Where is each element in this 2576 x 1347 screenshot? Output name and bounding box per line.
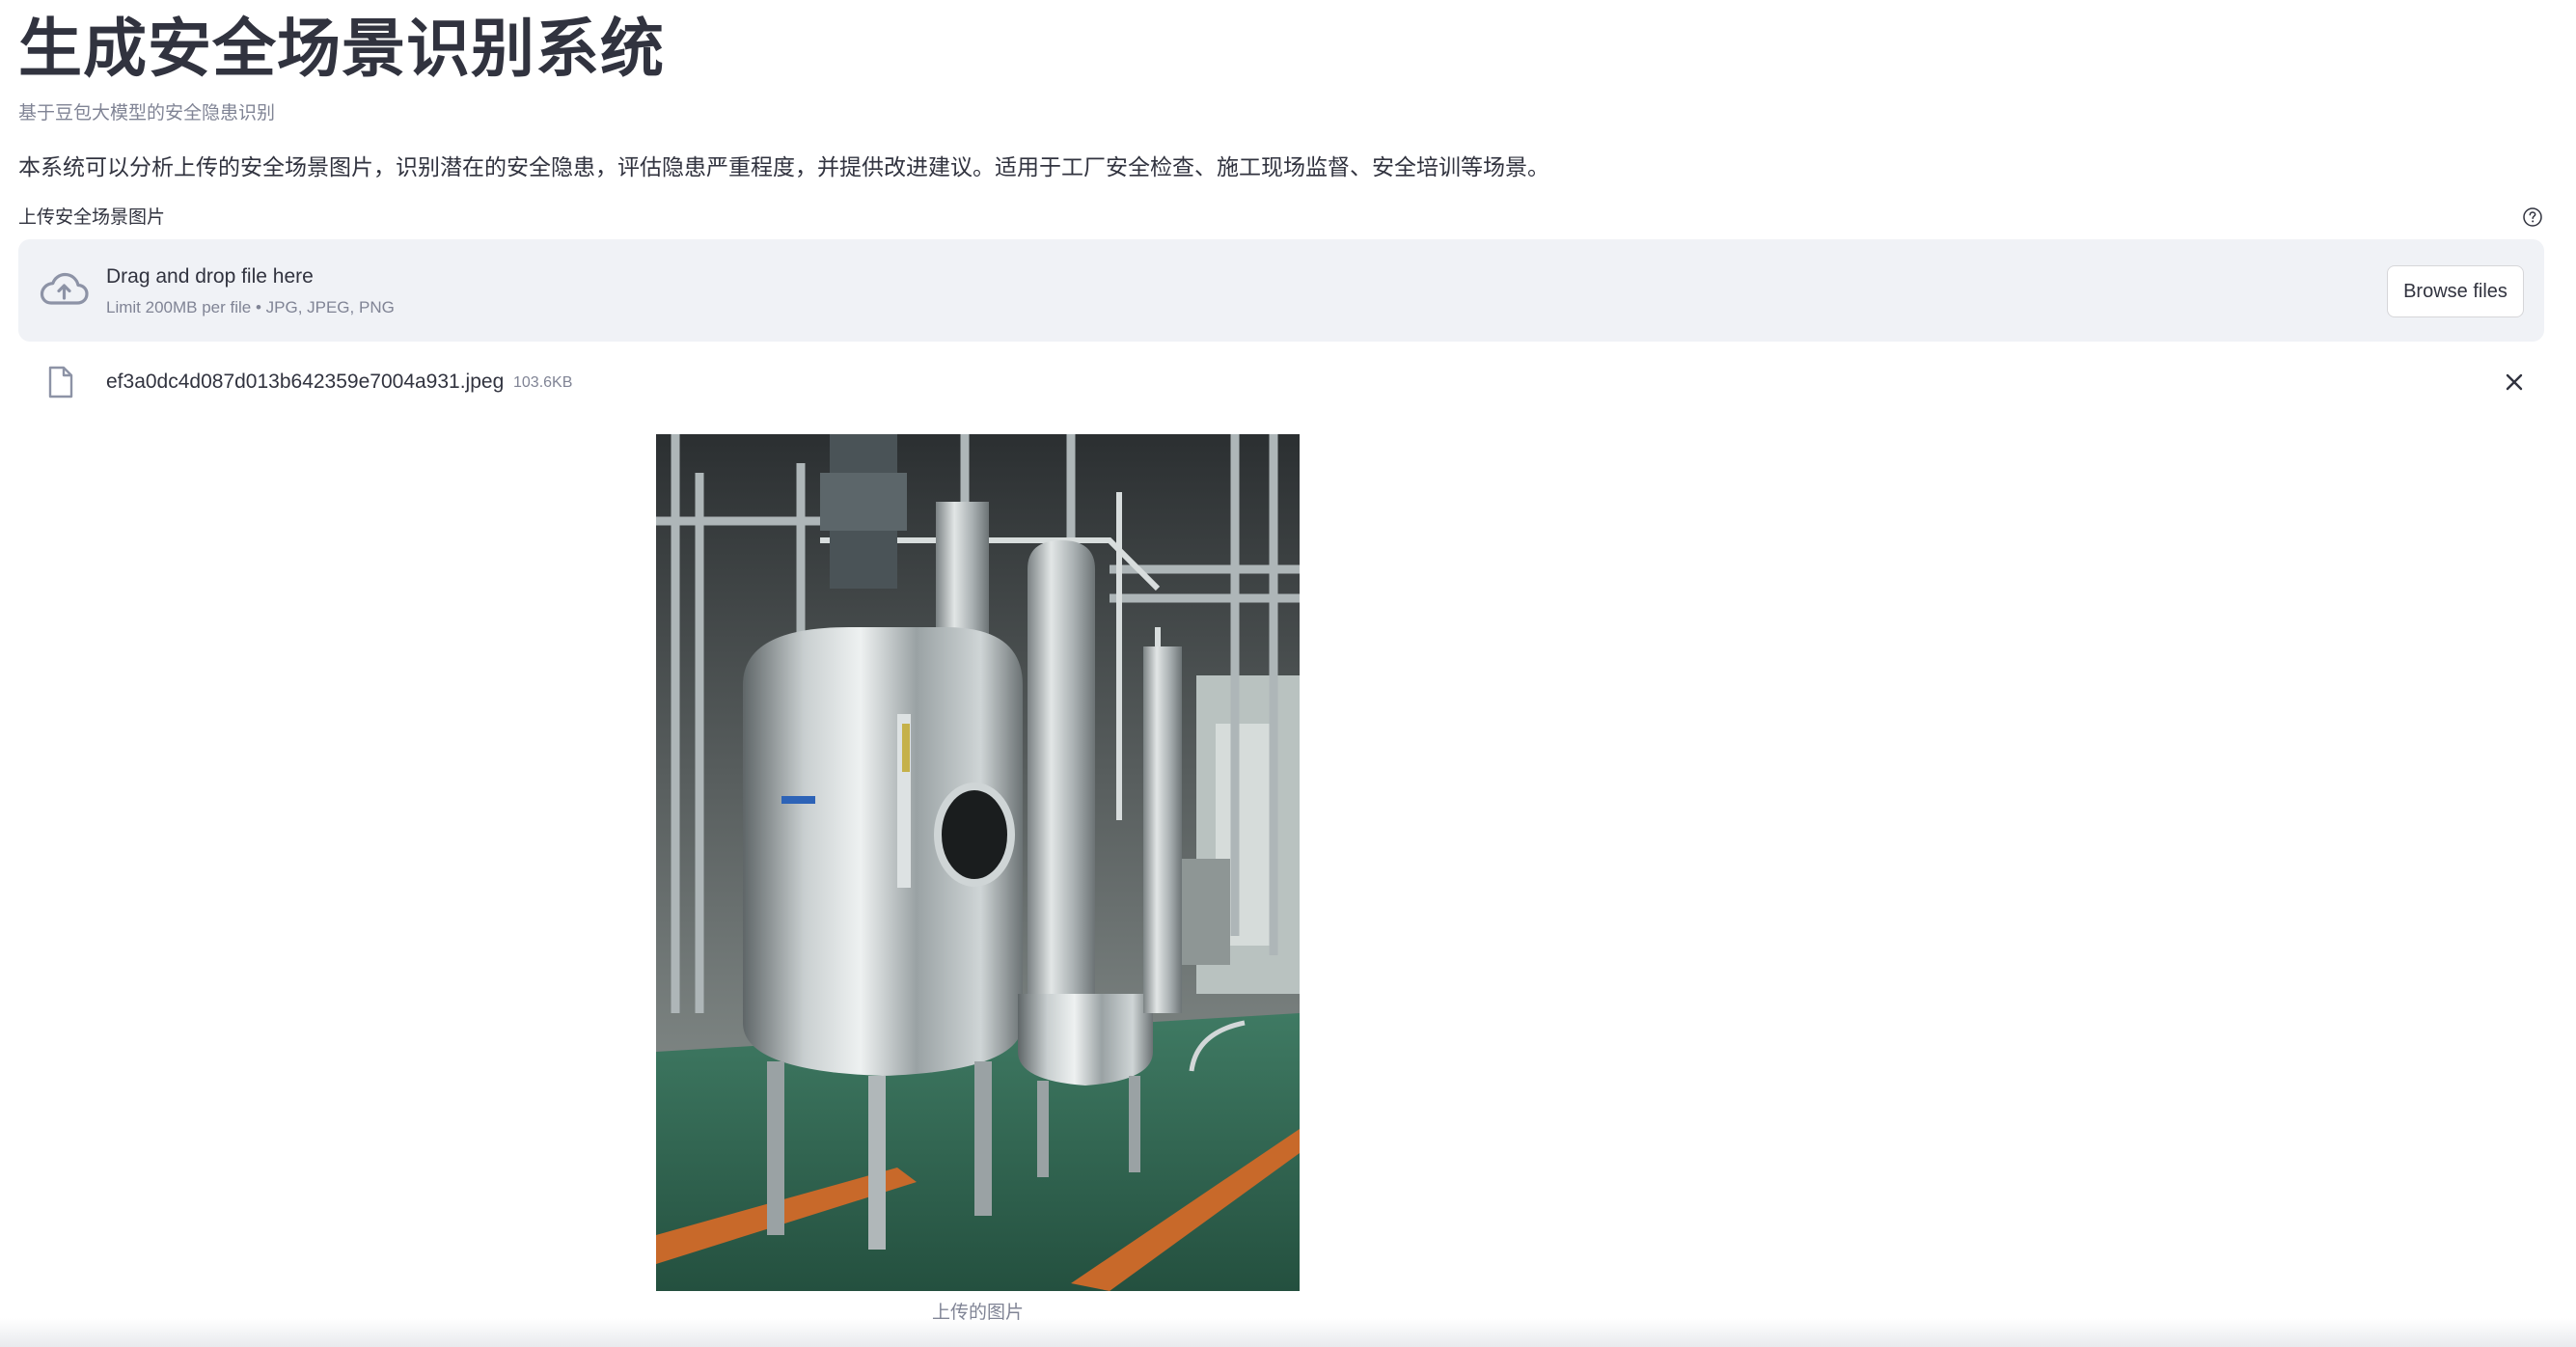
uploaded-file-size: 103.6KB [513,374,573,391]
cloud-upload-icon [40,272,89,305]
uploaded-file-name: ef3a0dc4d087d013b642359e7004a931.jpeg [106,371,505,393]
dropzone-instructions: Drag and drop file here [106,265,314,288]
page-description: 本系统可以分析上传的安全场景图片，识别潜在的安全隐患，评估隐患严重程度，并提供改… [18,154,1549,179]
app-root: 生成安全场景识别系统 基于豆包大模型的安全隐患识别 本系统可以分析上传的安全场景… [0,0,2576,1347]
browse-files-button[interactable]: Browse files [2387,265,2524,317]
uploader-label: 上传安全场景图片 [18,207,166,228]
uploaded-file-row: ef3a0dc4d087d013b642359e7004a931.jpeg 10… [18,357,2544,407]
uploaded-image [656,434,1300,1291]
file-dropzone[interactable]: Drag and drop file here Limit 200MB per … [18,239,2544,342]
file-icon [48,366,73,399]
bottom-fade [0,1318,2576,1347]
page-subtitle: 基于豆包大模型的安全隐患识别 [18,103,276,124]
close-icon[interactable] [2502,370,2527,395]
page-title: 生成安全场景识别系统 [18,13,665,84]
dropzone-limit-text: Limit 200MB per file • JPG, JPEG, PNG [106,298,395,316]
factory-tanks-photo [656,434,1300,1291]
help-icon[interactable] [2522,206,2543,228]
